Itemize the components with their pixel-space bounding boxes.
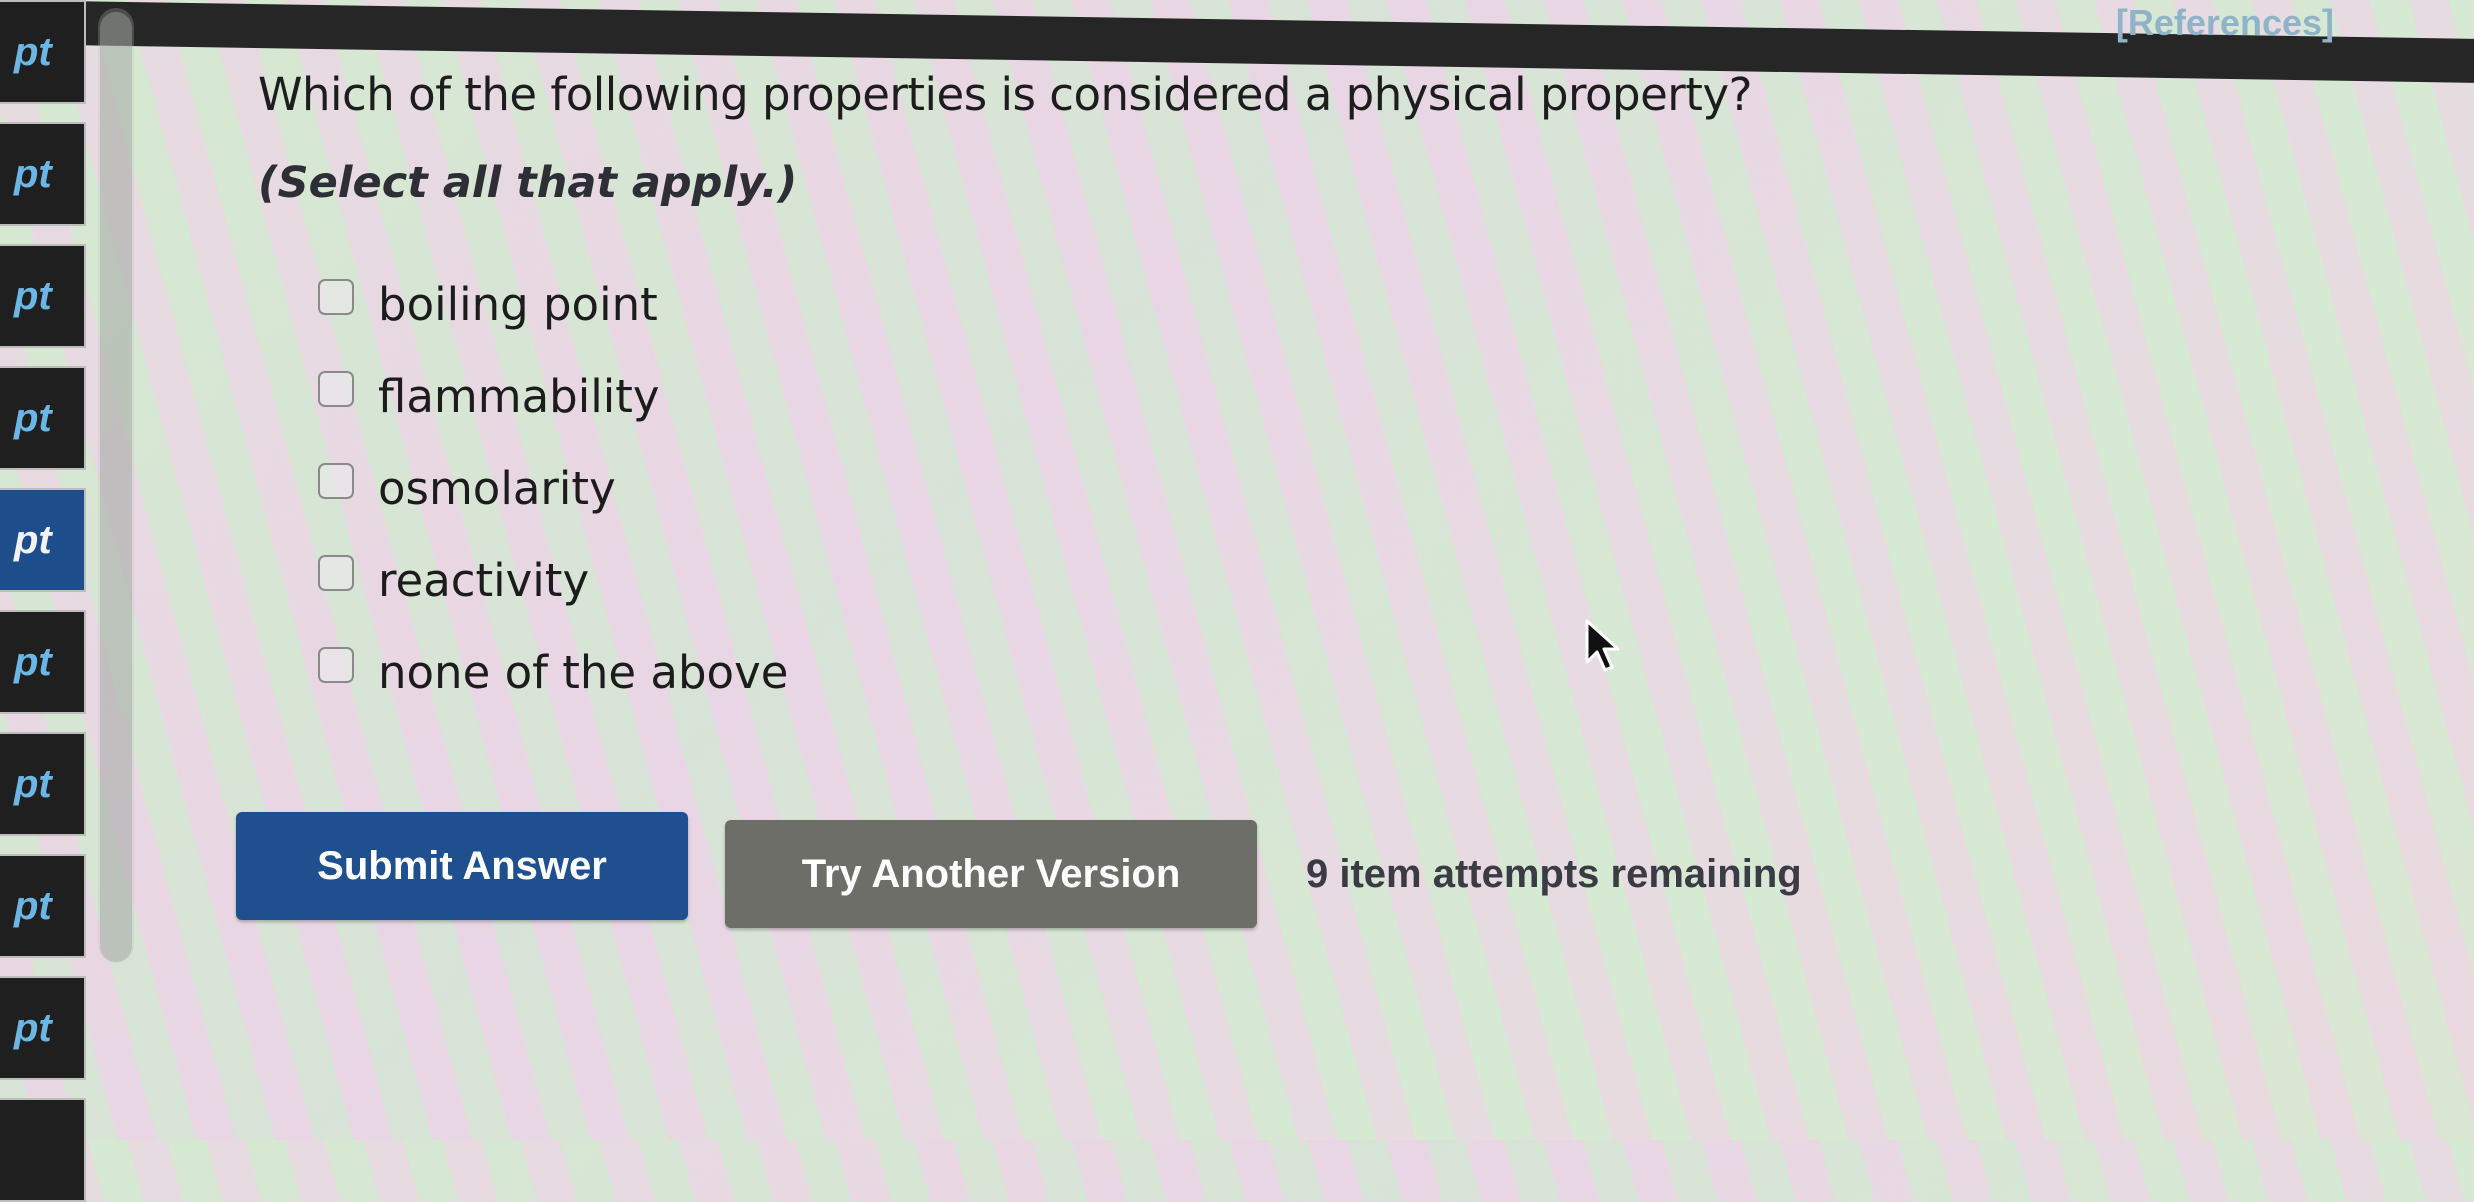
points-label: pt xyxy=(14,1005,52,1050)
question-instruction: (Select all that apply.) xyxy=(258,158,798,208)
answer-options: boiling point flammability osmolarity re… xyxy=(318,258,788,718)
sidebar-item-4[interactable]: pt xyxy=(0,366,86,470)
points-label: pt xyxy=(14,395,52,440)
checkbox[interactable] xyxy=(318,463,354,499)
points-label: pt xyxy=(14,273,52,318)
question-sidebar: pt pt pt pt pt pt pt pt pt xyxy=(0,0,92,1202)
sidebar-item-5-active[interactable]: pt xyxy=(0,488,86,592)
option-label: flammability xyxy=(378,369,660,423)
sidebar-item-3[interactable]: pt xyxy=(0,244,86,348)
submit-answer-button[interactable]: Submit Answer xyxy=(236,812,688,920)
scrollbar-thumb[interactable] xyxy=(100,12,132,962)
sidebar-item-1[interactable]: pt xyxy=(0,0,86,104)
sidebar-item-8[interactable]: pt xyxy=(0,854,86,958)
try-another-version-button[interactable]: Try Another Version xyxy=(725,820,1257,928)
option-osmolarity[interactable]: osmolarity xyxy=(318,442,788,534)
sidebar-item-7[interactable]: pt xyxy=(0,732,86,836)
option-flammability[interactable]: flammability xyxy=(318,350,788,442)
points-label: pt xyxy=(14,883,52,928)
points-label: pt xyxy=(14,517,52,562)
option-reactivity[interactable]: reactivity xyxy=(318,534,788,626)
option-none-of-the-above[interactable]: none of the above xyxy=(318,626,788,718)
points-label: pt xyxy=(14,29,52,74)
mouse-cursor-icon xyxy=(1585,619,1620,672)
points-label: pt xyxy=(14,761,52,806)
sidebar-item-9[interactable]: pt xyxy=(0,976,86,1080)
attempts-remaining: 9 item attempts remaining xyxy=(1306,852,1802,896)
references-link[interactable]: [References] xyxy=(2116,2,2334,44)
sidebar-item-10[interactable] xyxy=(0,1098,86,1202)
option-label: boiling point xyxy=(378,277,658,331)
points-label: pt xyxy=(14,639,52,684)
sidebar-item-2[interactable]: pt xyxy=(0,122,86,226)
checkbox[interactable] xyxy=(318,647,354,683)
sidebar-item-6[interactable]: pt xyxy=(0,610,86,714)
option-label: reactivity xyxy=(378,553,590,607)
question-text: Which of the following properties is con… xyxy=(258,68,1752,121)
points-label: pt xyxy=(14,151,52,196)
option-label: none of the above xyxy=(378,645,789,699)
option-boiling-point[interactable]: boiling point xyxy=(318,258,788,350)
option-label: osmolarity xyxy=(378,461,616,515)
checkbox[interactable] xyxy=(318,555,354,591)
checkbox[interactable] xyxy=(318,279,354,315)
checkbox[interactable] xyxy=(318,371,354,407)
